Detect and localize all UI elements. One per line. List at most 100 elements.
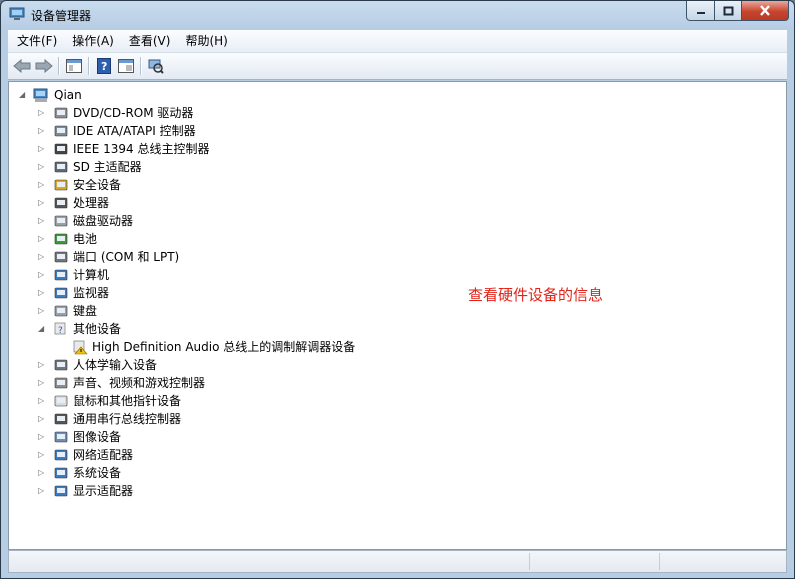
- tree-item-label: DVD/CD-ROM 驱动器: [73, 106, 194, 120]
- expand-arrow-icon[interactable]: ▷: [38, 145, 45, 153]
- properties-panel-button[interactable]: [63, 55, 85, 77]
- tree-item-label: 网络适配器: [73, 448, 134, 462]
- toolbar-separator: [88, 57, 90, 75]
- minimize-icon: [696, 11, 705, 14]
- toolbar-separator: [58, 57, 60, 75]
- minimize-button[interactable]: [686, 1, 715, 21]
- device-tree: ◢ Qian ▷ DVD/CD-ROM 驱动器 ▷ IDE ATA/ATAPI …: [9, 86, 409, 500]
- tree-root[interactable]: ◢ Qian: [9, 86, 409, 104]
- expand-arrow-icon[interactable]: ▷: [38, 181, 45, 189]
- tree-items: ▷ DVD/CD-ROM 驱动器 ▷ IDE ATA/ATAPI 控制器 ▷ I…: [9, 104, 409, 500]
- dvd-drive-icon: [54, 107, 68, 119]
- menu-view[interactable]: 查看(V): [123, 31, 177, 51]
- expand-arrow-icon[interactable]: ▷: [38, 415, 45, 423]
- status-separator: [659, 553, 660, 570]
- tree-item[interactable]: ▷ 电池: [9, 230, 409, 248]
- expand-arrow-icon[interactable]: ▷: [38, 451, 45, 459]
- computer-root-icon: [33, 88, 48, 102]
- svg-text:?: ?: [58, 326, 63, 336]
- view-toggle-button[interactable]: [115, 55, 137, 77]
- status-bar: [8, 550, 787, 573]
- expand-arrow-icon[interactable]: ▷: [38, 397, 45, 405]
- tree-item-label: 通用串行总线控制器: [73, 412, 182, 426]
- tree-item[interactable]: ▷ 键盘: [9, 302, 409, 320]
- tree-item[interactable]: ▷ 声音、视频和游戏控制器: [9, 374, 409, 392]
- forward-button[interactable]: [33, 55, 55, 77]
- tree-item[interactable]: ▷ 监视器: [9, 284, 409, 302]
- expand-arrow-icon[interactable]: ▷: [38, 361, 45, 369]
- tree-item[interactable]: ▷ 端口 (COM 和 LPT): [9, 248, 409, 266]
- expand-arrow-icon[interactable]: ▷: [38, 163, 45, 171]
- tree-item[interactable]: ▷ IDE ATA/ATAPI 控制器: [9, 122, 409, 140]
- device-tree-panel[interactable]: ◢ Qian ▷ DVD/CD-ROM 驱动器 ▷ IDE ATA/ATAPI …: [8, 81, 787, 550]
- tree-item-label: 监视器: [73, 286, 110, 300]
- disk-drive-icon: [54, 215, 68, 227]
- expand-arrow-icon[interactable]: ▷: [38, 199, 45, 207]
- tree-item[interactable]: ▷ 人体学输入设备: [9, 356, 409, 374]
- tree-child-label: High Definition Audio 总线上的调制解调器设备: [92, 340, 356, 354]
- expand-arrow-icon[interactable]: ▷: [38, 469, 45, 477]
- help-button[interactable]: ?: [93, 55, 115, 77]
- expand-arrow-icon[interactable]: ▷: [38, 271, 45, 279]
- expand-arrow-icon[interactable]: ▷: [38, 217, 45, 225]
- keyboard-icon: [54, 305, 68, 317]
- tree-item[interactable]: ▷ IEEE 1394 总线主控制器: [9, 140, 409, 158]
- expand-arrow-icon[interactable]: ▷: [38, 379, 45, 387]
- expand-arrow-icon[interactable]: ▷: [38, 109, 45, 117]
- title-bar[interactable]: 设备管理器: [1, 1, 794, 29]
- expand-arrow-icon[interactable]: ▷: [38, 235, 45, 243]
- status-separator: [529, 553, 530, 570]
- tree-item-label: 键盘: [73, 304, 98, 318]
- tree-item[interactable]: ▷ 系统设备: [9, 464, 409, 482]
- scan-hardware-button[interactable]: [145, 55, 167, 77]
- tree-child-item[interactable]: High Definition Audio 总线上的调制解调器设备: [9, 338, 409, 356]
- tree-item-label: SD 主适配器: [73, 160, 142, 174]
- tree-item[interactable]: ▷ 鼠标和其他指针设备: [9, 392, 409, 410]
- processor-icon: [54, 197, 68, 209]
- ieee1394-icon: [54, 143, 68, 155]
- collapse-arrow-icon[interactable]: ◢: [19, 91, 26, 99]
- menu-file[interactable]: 文件(F): [11, 31, 63, 51]
- tree-item-label: IEEE 1394 总线主控制器: [73, 142, 210, 156]
- expand-arrow-icon[interactable]: ▷: [38, 253, 45, 261]
- tree-item-label: 人体学输入设备: [73, 358, 158, 372]
- tree-item[interactable]: ▷ 网络适配器: [9, 446, 409, 464]
- warning-device-icon: [73, 340, 88, 355]
- menu-bar: 文件(F) 操作(A) 查看(V) 帮助(H): [8, 30, 787, 53]
- tree-item[interactable]: ▷ 图像设备: [9, 428, 409, 446]
- tree-item-label: 计算机: [73, 268, 110, 282]
- tree-item[interactable]: ▷ 显示适配器: [9, 482, 409, 500]
- expand-arrow-icon[interactable]: ▷: [38, 487, 45, 495]
- tree-item-label: 图像设备: [73, 430, 122, 444]
- back-button[interactable]: [11, 55, 33, 77]
- monitor-icon: [54, 287, 68, 299]
- expand-arrow-icon[interactable]: ▷: [38, 433, 45, 441]
- tree-item[interactable]: ▷ 处理器: [9, 194, 409, 212]
- view-toggle-icon: [118, 59, 134, 73]
- expand-arrow-icon[interactable]: ▷: [38, 127, 45, 135]
- display-adapter-icon: [54, 485, 68, 497]
- menu-action[interactable]: 操作(A): [66, 31, 120, 51]
- menu-help[interactable]: 帮助(H): [179, 31, 233, 51]
- svg-text:?: ?: [101, 60, 107, 73]
- tree-item[interactable]: ◢ ? 其他设备: [9, 320, 409, 338]
- collapse-arrow-icon[interactable]: ◢: [38, 325, 45, 333]
- tree-item[interactable]: ▷ 通用串行总线控制器: [9, 410, 409, 428]
- tree-item[interactable]: ▷ DVD/CD-ROM 驱动器: [9, 104, 409, 122]
- maximize-button[interactable]: [715, 1, 742, 21]
- help-icon: ?: [97, 58, 111, 74]
- expand-arrow-icon[interactable]: ▷: [38, 289, 45, 297]
- device-manager-window: 设备管理器 文件(F) 操作(A) 查看(V) 帮助(H) ? ◢ Qian ▷…: [0, 0, 795, 579]
- tree-item[interactable]: ▷ SD 主适配器: [9, 158, 409, 176]
- tree-item[interactable]: ▷ 安全设备: [9, 176, 409, 194]
- expand-arrow-icon[interactable]: ▷: [38, 307, 45, 315]
- tree-item-label: IDE ATA/ATAPI 控制器: [73, 124, 196, 138]
- usb-icon: [54, 413, 68, 425]
- close-button[interactable]: [742, 1, 789, 21]
- tree-item[interactable]: ▷ 磁盘驱动器: [9, 212, 409, 230]
- tree-item[interactable]: ▷ 计算机: [9, 266, 409, 284]
- tree-root-label: Qian: [54, 88, 82, 102]
- tree-item-label: 电池: [73, 232, 98, 246]
- close-icon: [760, 5, 770, 16]
- network-adapter-icon: [54, 449, 68, 461]
